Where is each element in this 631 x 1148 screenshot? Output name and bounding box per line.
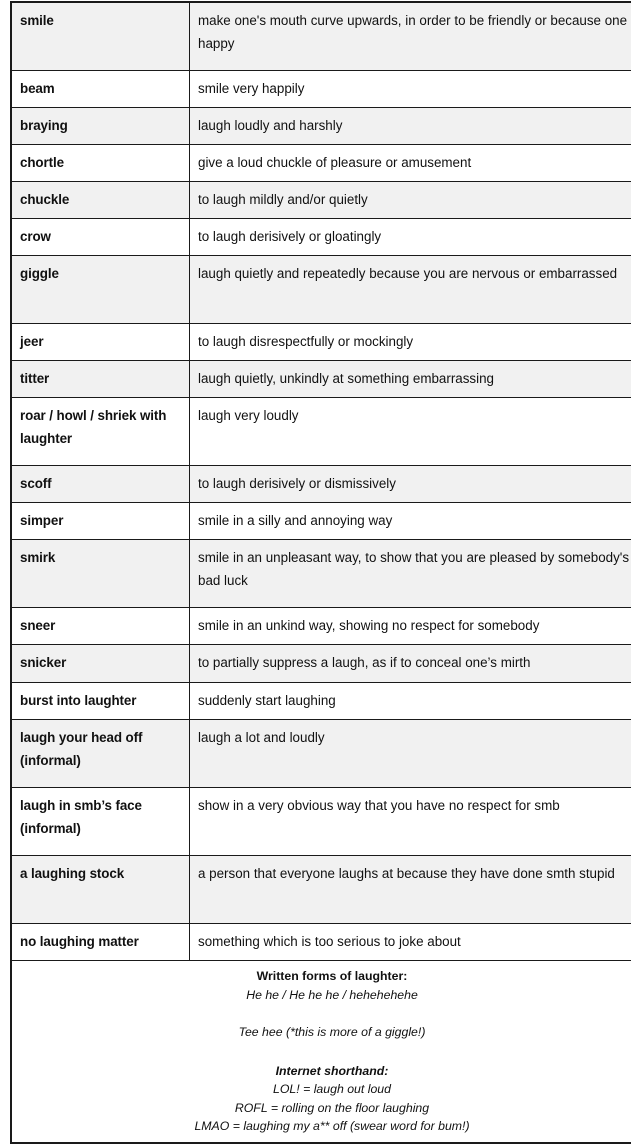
term-cell: no laughing matter [10,922,190,961]
definition-cell: show in a very obvious way that you have… [189,786,631,856]
term-cell: beam [10,69,190,109]
term-cell: chuckle [10,181,190,220]
table-row: laugh your head off (informal) laugh a lo… [10,718,631,788]
term-cell: giggle [10,255,190,325]
table-row: smirk smile in an unpleasant way, to show… [10,539,631,609]
footer-row: Written forms of laughter: He he / He he … [10,959,631,1144]
definition-cell: laugh quietly, unkindly at something emb… [189,360,631,399]
table-row: laugh in smb’s face (informal) show in a … [10,786,631,856]
table-row: simper smile in a silly and annoying way [10,502,631,541]
table-row: giggle laugh quietly and repeatedly becau… [10,255,631,325]
term-cell: laugh in smb’s face (informal) [10,786,190,856]
laughter-vocabulary-table: smile make one's mouth curve upwards, in … [10,1,631,1144]
definition-cell: smile in an unpleasant way, to show that… [189,539,631,609]
definition-cell: laugh a lot and loudly [189,718,631,788]
term-cell: smirk [10,539,190,609]
table-row: snicker to partially suppress a laugh, as… [10,644,631,683]
table-row: chuckle to laugh mildly and/or quietly [10,181,631,220]
term-cell: roar / howl / shriek with laughter [10,397,190,467]
definition-cell: give a loud chuckle of pleasure or amuse… [189,144,631,183]
definition-cell: to laugh derisively or dismissively [189,465,631,504]
table-row: no laughing matter something which is too… [10,922,631,961]
definition-cell: suddenly start laughing [189,681,631,720]
table-row: chortle give a loud chuckle of pleasure o… [10,144,631,183]
vocabulary-sheet: smile make one's mouth curve upwards, in … [0,0,631,1148]
term-cell: chortle [10,144,190,183]
table-row: roar / howl / shriek with laughter laugh … [10,397,631,467]
table-row: jeer to laugh disrespectfully or mockingl… [10,323,631,362]
definition-cell: to laugh disrespectfully or mockingly [189,323,631,362]
definition-cell: make one's mouth curve upwards, in order… [189,1,631,71]
internet-shorthand-line-3: LMAO = laughing my a** off (swear word f… [194,1118,470,1133]
term-cell: smile [10,1,190,71]
definition-cell: laugh quietly and repeatedly because you… [189,255,631,325]
definition-cell: to laugh derisively or gloatingly [189,218,631,257]
internet-shorthand-heading: Internet shorthand: [275,1064,389,1079]
term-cell: simper [10,502,190,541]
table-row: burst into laughter suddenly start laughi… [10,681,631,720]
term-cell: crow [10,218,190,257]
definition-cell: a person that everyone laughs at because… [189,854,631,924]
term-cell: burst into laughter [10,681,190,720]
term-cell: snicker [10,644,190,683]
definition-cell: to laugh mildly and/or quietly [189,181,631,220]
definition-cell: smile in an unkind way, showing no respe… [189,607,631,646]
written-forms-line-2: Tee hee (*this is more of a giggle!) [238,1024,426,1039]
table-row: a laughing stock a person that everyone l… [10,854,631,924]
term-cell: laugh your head off (informal) [10,718,190,788]
table-body: smile make one's mouth curve upwards, in … [10,1,631,1144]
written-forms-heading: Written forms of laughter: [256,968,408,983]
term-cell: a laughing stock [10,854,190,924]
table-row: sneer smile in an unkind way, showing no … [10,607,631,646]
definition-cell: laugh loudly and harshly [189,107,631,146]
term-cell: titter [10,360,190,399]
term-cell: scoff [10,465,190,504]
definition-cell: laugh very loudly [189,397,631,467]
term-cell: jeer [10,323,190,362]
written-forms-line-1: He he / He he he / hehehehehe [246,987,418,1002]
written-forms-section: Written forms of laughter: He he / He he … [10,959,631,1144]
table-row: smile make one's mouth curve upwards, in … [10,1,631,71]
written-forms-spacer-1 [20,1004,631,1023]
internet-shorthand-line-1: LOL! = laugh out loud [273,1082,391,1097]
table-row: scoff to laugh derisively or dismissively [10,465,631,504]
definition-cell: to partially suppress a laugh, as if to … [189,644,631,683]
table-row: crow to laugh derisively or gloatingly [10,218,631,257]
table-row: titter laugh quietly, unkindly at somethi… [10,360,631,399]
internet-shorthand-line-2: ROFL = rolling on the floor laughing [234,1100,430,1115]
written-forms-spacer-2 [20,1041,631,1062]
table-row: beam smile very happily [10,69,631,109]
term-cell: sneer [10,607,190,646]
term-cell: braying [10,107,190,146]
definition-cell: something which is too serious to joke a… [189,922,631,961]
definition-cell: smile in a silly and annoying way [189,502,631,541]
definition-cell: smile very happily [189,69,631,109]
table-row: braying laugh loudly and harshly [10,107,631,146]
